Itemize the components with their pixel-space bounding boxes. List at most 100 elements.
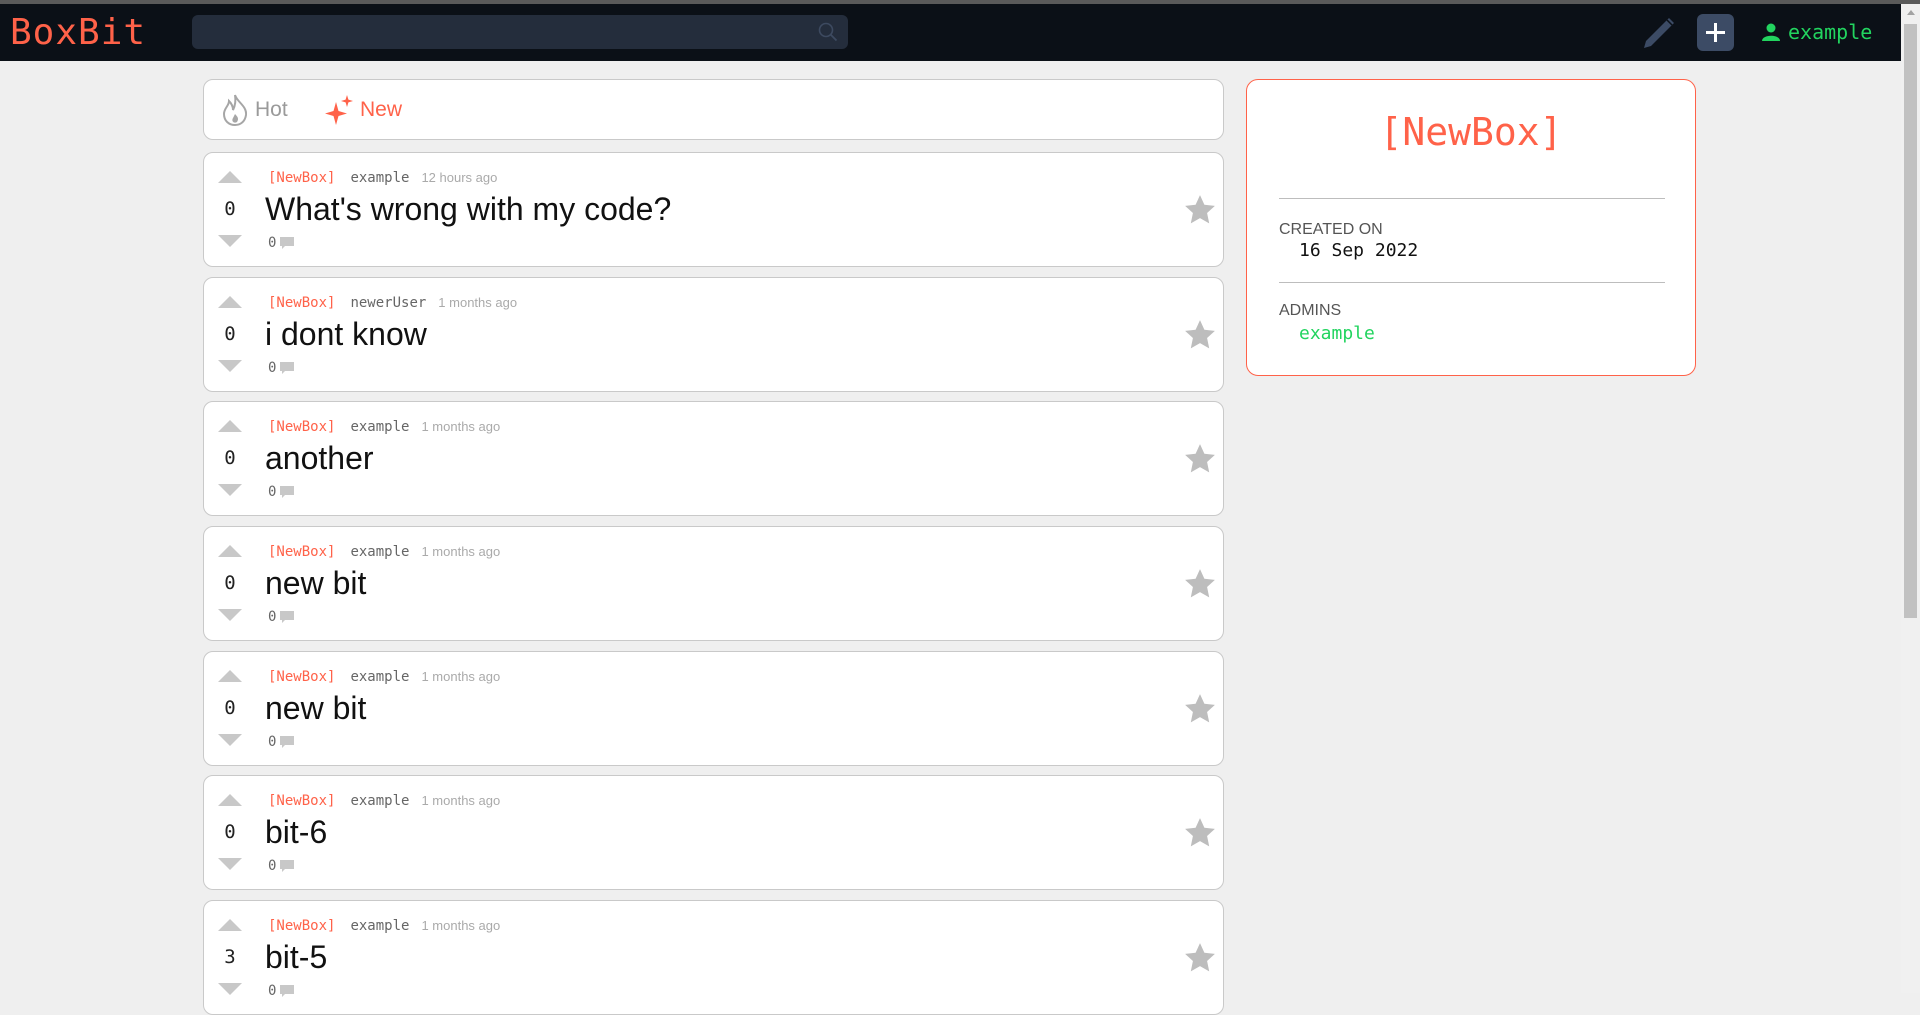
- post-time: 1 months ago: [421, 793, 501, 808]
- comment-count[interactable]: 0: [268, 858, 295, 874]
- box-title[interactable]: [NewBox]: [1247, 110, 1695, 154]
- comment-icon: [280, 486, 295, 498]
- post-meta: [NewBox] example 1 months ago: [268, 793, 500, 809]
- downvote-arrow-icon[interactable]: [218, 983, 242, 995]
- downvote-arrow-icon[interactable]: [218, 360, 242, 372]
- post-meta: [NewBox] example 1 months ago: [268, 669, 500, 685]
- admins-label: ADMINS: [1279, 302, 1342, 319]
- flame-icon: [222, 94, 248, 126]
- scrollbar-thumb[interactable]: [1904, 24, 1917, 618]
- post-author-link[interactable]: example: [350, 793, 409, 809]
- upvote-arrow-icon[interactable]: [218, 794, 242, 806]
- post-card[interactable]: 3 [NewBox] example 1 months ago bit-5 0: [203, 900, 1224, 1015]
- post-title[interactable]: another: [265, 440, 374, 477]
- star-icon[interactable]: [1183, 318, 1217, 352]
- comment-count[interactable]: 0: [268, 734, 295, 750]
- post-time: 1 months ago: [421, 419, 501, 434]
- user-icon: [1762, 23, 1780, 41]
- tab-hot[interactable]: Hot: [221, 80, 288, 139]
- post-author-link[interactable]: example: [350, 170, 409, 186]
- star-icon[interactable]: [1183, 941, 1217, 975]
- post-author-link[interactable]: example: [350, 669, 409, 685]
- post-time: 12 hours ago: [421, 170, 498, 185]
- post-card[interactable]: 0 [NewBox] example 1 months ago another 0: [203, 401, 1224, 516]
- create-post-button[interactable]: [1697, 14, 1734, 51]
- post-time: 1 months ago: [438, 295, 518, 310]
- downvote-arrow-icon[interactable]: [218, 609, 242, 621]
- vote-score: 0: [224, 198, 236, 220]
- pencil-icon[interactable]: [1641, 15, 1677, 51]
- upvote-arrow-icon[interactable]: [218, 545, 242, 557]
- comment-count-value: 0: [268, 235, 277, 251]
- scroll-up-arrow-icon[interactable]: [1907, 10, 1915, 15]
- downvote-arrow-icon[interactable]: [218, 235, 242, 247]
- upvote-arrow-icon[interactable]: [218, 919, 242, 931]
- logo[interactable]: BoxBit: [10, 13, 146, 53]
- post-meta: [NewBox] example 1 months ago: [268, 419, 500, 435]
- star-icon[interactable]: [1183, 442, 1217, 476]
- star-icon[interactable]: [1183, 567, 1217, 601]
- comment-icon: [280, 362, 295, 374]
- post-meta: [NewBox] example 1 months ago: [268, 918, 500, 934]
- downvote-arrow-icon[interactable]: [218, 858, 242, 870]
- plus-icon: [1706, 23, 1725, 42]
- post-title[interactable]: bit-5: [265, 939, 327, 976]
- comment-count[interactable]: 0: [268, 484, 295, 500]
- downvote-arrow-icon[interactable]: [218, 734, 242, 746]
- user-menu[interactable]: example: [1762, 20, 1872, 44]
- admin-user-link[interactable]: example: [1299, 323, 1375, 344]
- comment-count[interactable]: 0: [268, 360, 295, 376]
- post-box-link[interactable]: [NewBox]: [268, 793, 335, 809]
- post-box-link[interactable]: [NewBox]: [268, 419, 335, 435]
- upvote-arrow-icon[interactable]: [218, 420, 242, 432]
- post-author-link[interactable]: example: [350, 419, 409, 435]
- tab-hot-label: Hot: [255, 97, 288, 121]
- post-card[interactable]: 0 [NewBox] example 1 months ago bit-6 0: [203, 775, 1224, 890]
- comment-count-value: 0: [268, 609, 277, 625]
- comment-count[interactable]: 0: [268, 609, 295, 625]
- created-date: 16 Sep 2022: [1299, 240, 1419, 261]
- star-icon[interactable]: [1183, 692, 1217, 726]
- comment-count-value: 0: [268, 734, 277, 750]
- search-icon[interactable]: [818, 22, 838, 42]
- post-box-link[interactable]: [NewBox]: [268, 295, 335, 311]
- vote-score: 0: [224, 447, 236, 469]
- post-meta: [NewBox] example 1 months ago: [268, 544, 500, 560]
- post-box-link[interactable]: [NewBox]: [268, 544, 335, 560]
- post-card[interactable]: 0 [NewBox] example 1 months ago new bit 0: [203, 651, 1224, 766]
- sparkles-icon: [325, 94, 353, 125]
- post-author-link[interactable]: newerUser: [350, 295, 426, 311]
- comment-icon: [280, 237, 295, 249]
- comment-count[interactable]: 0: [268, 983, 295, 999]
- vote-score: 0: [224, 697, 236, 719]
- post-box-link[interactable]: [NewBox]: [268, 918, 335, 934]
- post-box-link[interactable]: [NewBox]: [268, 170, 335, 186]
- post-card[interactable]: 0 [NewBox] example 1 months ago new bit 0: [203, 526, 1224, 641]
- comment-count-value: 0: [268, 484, 277, 500]
- comment-count-value: 0: [268, 858, 277, 874]
- post-author-link[interactable]: example: [350, 918, 409, 934]
- post-title[interactable]: What's wrong with my code?: [265, 191, 671, 228]
- tab-new[interactable]: New: [324, 80, 402, 139]
- created-label: CREATED ON: [1279, 221, 1383, 238]
- upvote-arrow-icon[interactable]: [218, 670, 242, 682]
- page-scrollbar[interactable]: [1901, 4, 1920, 993]
- upvote-arrow-icon[interactable]: [218, 171, 242, 183]
- post-card[interactable]: 0 [NewBox] example 12 hours ago What's wrong…: [203, 152, 1224, 267]
- upvote-arrow-icon[interactable]: [218, 296, 242, 308]
- post-meta: [NewBox] example 12 hours ago: [268, 170, 497, 186]
- post-title[interactable]: i dont know: [265, 316, 427, 353]
- post-author-link[interactable]: example: [350, 544, 409, 560]
- post-title[interactable]: new bit: [265, 690, 366, 727]
- downvote-arrow-icon[interactable]: [218, 484, 242, 496]
- star-icon[interactable]: [1183, 193, 1217, 227]
- vote-score: 0: [224, 323, 236, 345]
- search-input[interactable]: [192, 15, 848, 49]
- post-card[interactable]: 0 [NewBox] newerUser 1 months ago i dont kno…: [203, 277, 1224, 392]
- post-title[interactable]: new bit: [265, 565, 366, 602]
- comment-count[interactable]: 0: [268, 235, 295, 251]
- post-title[interactable]: bit-6: [265, 814, 327, 851]
- post-time: 1 months ago: [421, 669, 501, 684]
- post-box-link[interactable]: [NewBox]: [268, 669, 335, 685]
- star-icon[interactable]: [1183, 816, 1217, 850]
